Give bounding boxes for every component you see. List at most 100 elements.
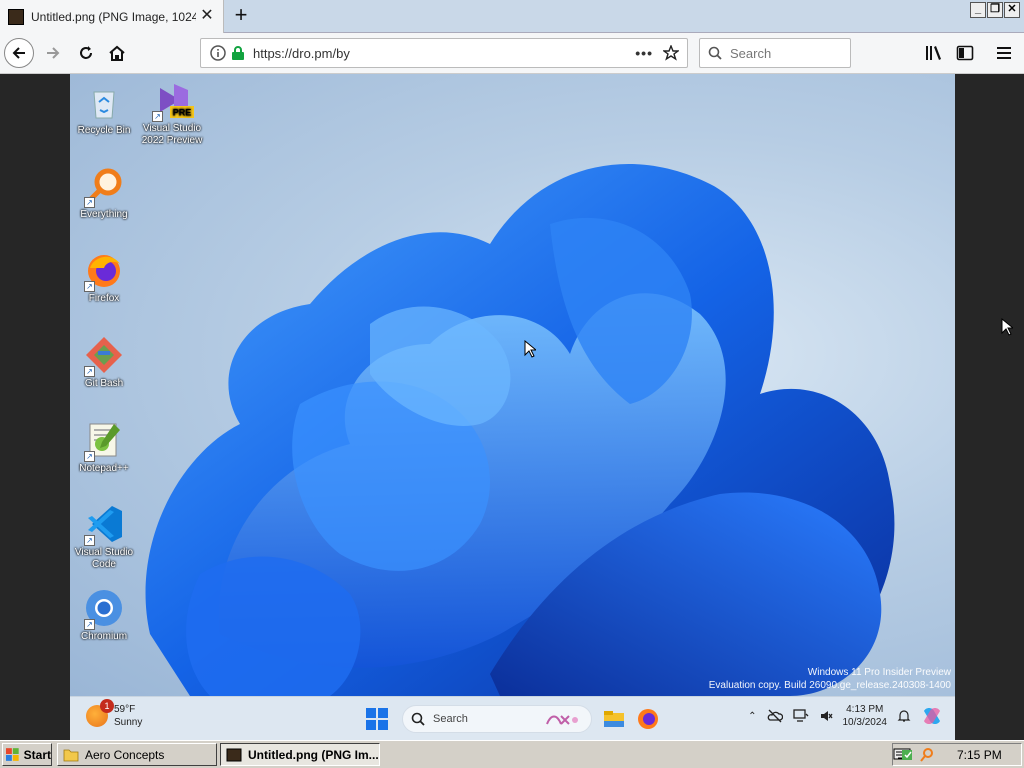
windows-start-icon[interactable] (366, 708, 388, 730)
url-text[interactable]: https://dro.pm/by (253, 46, 635, 61)
desktop-icon-label: Git Bash (84, 378, 124, 389)
close-tab-icon[interactable]: ✕ (199, 8, 215, 24)
desktop-icon-label: Everything (80, 209, 128, 220)
shortcut-arrow-icon: ↗ (84, 197, 95, 208)
weather-widget[interactable]: 1 59°F Sunny (86, 699, 143, 729)
weather-condition: Sunny (114, 717, 143, 728)
tray-app-icon[interactable] (901, 747, 917, 763)
tab-strip: Untitled.png (PNG Image, 1024 × ✕ + _ ❐ … (0, 0, 1024, 33)
desktop-icon-firefox[interactable]: ↗ Firefox (70, 250, 140, 305)
task-label: Aero Concepts (85, 747, 165, 762)
tray-clock[interactable]: 7:15 PM (957, 748, 1002, 762)
shortcut-arrow-icon: ↗ (84, 366, 95, 377)
taskbar-search-box[interactable]: Search (402, 705, 592, 733)
info-icon[interactable] (209, 44, 227, 62)
notepad-plus-plus-icon: ↗ (84, 420, 124, 462)
tab-untitled-png[interactable]: Untitled.png (PNG Image, 1024 × ✕ (0, 0, 224, 33)
classic-taskbar: Start Aero Concepts Untitled.png (PNG Im… (0, 740, 1024, 768)
desktop-icon-notepad-plus-plus[interactable]: ↗ Notepad++ (70, 420, 140, 475)
mouse-pointer-icon (524, 340, 536, 358)
window-controls: _ ❐ ✕ (970, 2, 1020, 18)
shortcut-arrow-icon: ↗ (84, 619, 95, 630)
restore-button[interactable]: ❐ (987, 2, 1003, 18)
image-viewport: Recycle Bin PRE ↗ Visual Studio 2022 Pre… (0, 74, 1024, 740)
recycle-bin-icon (84, 82, 124, 122)
search-placeholder: Search (730, 45, 772, 61)
search-icon (708, 46, 722, 60)
evaluation-watermark: Windows 11 Pro Insider Preview Evaluatio… (709, 666, 951, 692)
mouse-pointer-icon (1001, 318, 1013, 336)
windows-flag-icon (6, 747, 19, 761)
bell-icon[interactable] (897, 709, 911, 723)
shortcut-arrow-icon: ↗ (84, 535, 95, 546)
classic-system-tray: 7:15 PM (892, 743, 1022, 766)
notification-badge: 1 (100, 699, 114, 713)
arrow-right-icon (47, 47, 60, 59)
search-highlight-icon (546, 715, 578, 725)
copilot-icon[interactable] (921, 705, 943, 727)
desktop-icon-chromium[interactable]: ↗ Chromium (70, 588, 140, 643)
url-bar[interactable]: https://dro.pm/by ••• (200, 38, 688, 68)
minimize-button[interactable]: _ (970, 2, 986, 18)
win11-desktop: Recycle Bin PRE ↗ Visual Studio 2022 Pre… (70, 74, 955, 696)
nav-toolbar: https://dro.pm/by ••• Search (0, 33, 1024, 74)
taskbar-search-label: Search (433, 713, 468, 725)
folder-icon (63, 749, 79, 761)
taskbar-task-aero-concepts[interactable]: Aero Concepts (57, 743, 217, 766)
firefox-icon: ↗ (84, 250, 124, 292)
network-icon[interactable] (792, 709, 809, 723)
shortcut-arrow-icon: ↗ (84, 281, 95, 292)
shortcut-arrow-icon: ↗ (152, 111, 163, 122)
onedrive-offline-icon[interactable] (767, 709, 783, 723)
taskbar-clock[interactable]: 4:13 PM 10/3/2024 (843, 703, 888, 729)
desktop-icon-visual-studio-code[interactable]: ↗ Visual Studio Code (70, 504, 140, 571)
clock-date: 10/3/2024 (842, 717, 888, 728)
desktop-icon-label: Notepad++ (79, 463, 129, 474)
reload-button[interactable] (71, 38, 101, 68)
firefox-taskbar-icon[interactable] (636, 707, 660, 731)
git-bash-icon: ↗ (84, 335, 124, 377)
home-button[interactable] (102, 38, 132, 68)
everything-tray-icon[interactable] (919, 747, 935, 763)
win11-taskbar: 1 59°F Sunny Search ⌃ 4:13 PM 10/3/2024 (70, 696, 955, 740)
start-button[interactable]: Start (2, 743, 52, 766)
desktop-icon-recycle-bin[interactable]: Recycle Bin (70, 82, 140, 137)
page-actions-icon[interactable]: ••• (635, 45, 653, 61)
bloom-wallpaper (145, 164, 895, 696)
task-label: Untitled.png (PNG Im... (248, 747, 379, 762)
desktop-icon-everything[interactable]: ↗ Everything (70, 166, 140, 221)
desktop-icon-git-bash[interactable]: ↗ Git Bash (70, 335, 140, 390)
chevron-up-icon[interactable]: ⌃ (748, 711, 756, 722)
weather-sun-icon: 1 (86, 699, 114, 727)
bookmark-star-icon[interactable] (663, 45, 679, 61)
hamburger-menu-icon[interactable] (995, 43, 1013, 63)
desktop-icon-label: Visual Studio 2022 Preview (141, 123, 203, 146)
desktop-icon-visual-studio-2022-preview[interactable]: PRE ↗ Visual Studio 2022 Preview (136, 80, 208, 147)
new-tab-button[interactable]: + (229, 4, 253, 28)
taskbar-center: Search (366, 705, 660, 733)
taskbar-task-untitled-png[interactable]: Untitled.png (PNG Im... (220, 743, 380, 766)
start-label: Start (23, 747, 51, 762)
watermark-line1: Windows 11 Pro Insider Preview (807, 667, 951, 678)
search-input[interactable]: Search (699, 38, 851, 68)
chromium-icon: ↗ (84, 588, 124, 630)
desktop-icon-label: Firefox (88, 293, 120, 304)
desktop-icon-label: Recycle Bin (77, 125, 131, 136)
system-tray: ⌃ 4:13 PM 10/3/2024 (748, 703, 943, 729)
shortcut-arrow-icon: ↗ (84, 451, 95, 462)
arrow-left-icon (12, 47, 25, 59)
forward-button[interactable] (38, 38, 68, 68)
close-window-button[interactable]: ✕ (1004, 2, 1020, 18)
tab-title: Untitled.png (PNG Image, 1024 × (31, 9, 196, 24)
file-explorer-icon[interactable] (602, 707, 626, 731)
sidebar-toggle-icon[interactable] (956, 43, 974, 63)
desktop-icon-label: Visual Studio Code (74, 547, 134, 570)
search-icon (411, 712, 425, 726)
vscode-icon: ↗ (84, 504, 124, 546)
back-button[interactable] (4, 38, 34, 68)
library-icon[interactable] (924, 43, 944, 63)
watermark-line2: Evaluation copy. Build 26090.ge_release.… (708, 680, 951, 691)
home-icon (109, 45, 125, 61)
speaker-muted-icon[interactable] (819, 709, 833, 723)
visual-studio-preview-icon: PRE ↗ (152, 80, 194, 122)
